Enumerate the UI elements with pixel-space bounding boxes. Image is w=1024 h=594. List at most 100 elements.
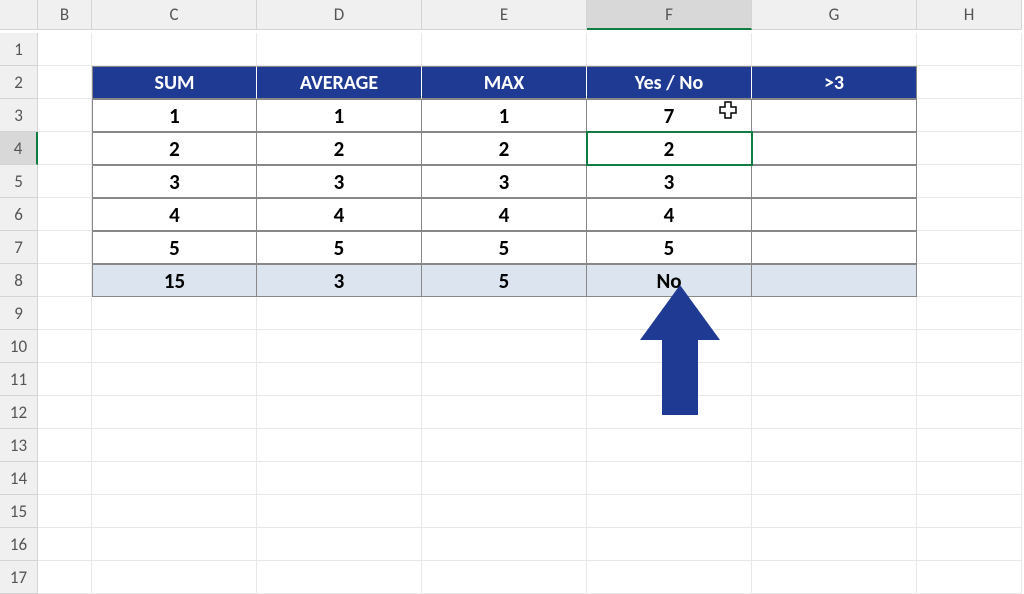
cell-F15[interactable]: [587, 495, 752, 528]
cell-G17[interactable]: [752, 561, 917, 594]
cell-H6[interactable]: [917, 198, 1022, 231]
cell-F17[interactable]: [587, 561, 752, 594]
col-header-H[interactable]: H: [917, 0, 1022, 30]
col-header-D[interactable]: D: [257, 0, 422, 30]
cell-E6[interactable]: 4: [422, 198, 587, 231]
cell-B17[interactable]: [38, 561, 92, 594]
cell-H3[interactable]: [917, 99, 1022, 132]
table-header-average[interactable]: AVERAGE: [257, 66, 422, 99]
cell-D17[interactable]: [257, 561, 422, 594]
cell-H10[interactable]: [917, 330, 1022, 363]
cell-E4[interactable]: 2: [422, 132, 587, 165]
table-header-sum[interactable]: SUM: [92, 66, 257, 99]
cell-D16[interactable]: [257, 528, 422, 561]
cell-H11[interactable]: [917, 363, 1022, 396]
cell-D1[interactable]: [257, 33, 422, 66]
cell-E7[interactable]: 5: [422, 231, 587, 264]
cell-E10[interactable]: [422, 330, 587, 363]
row-header-16[interactable]: 16: [0, 528, 38, 561]
cell-H14[interactable]: [917, 462, 1022, 495]
cell-F1[interactable]: [587, 33, 752, 66]
row-header-5[interactable]: 5: [0, 165, 38, 198]
cell-B5[interactable]: [38, 165, 92, 198]
row-header-1[interactable]: 1: [0, 33, 38, 66]
cell-F16[interactable]: [587, 528, 752, 561]
cell-D5[interactable]: 3: [257, 165, 422, 198]
cell-C8[interactable]: 15: [92, 264, 257, 297]
col-header-G[interactable]: G: [752, 0, 917, 30]
cell-B10[interactable]: [38, 330, 92, 363]
cell-C7[interactable]: 5: [92, 231, 257, 264]
cell-G15[interactable]: [752, 495, 917, 528]
cell-G8[interactable]: [752, 264, 917, 297]
cell-G5[interactable]: [752, 165, 917, 198]
cell-H15[interactable]: [917, 495, 1022, 528]
cell-B4[interactable]: [38, 132, 92, 165]
cell-G7[interactable]: [752, 231, 917, 264]
cell-G3[interactable]: [752, 99, 917, 132]
col-header-C[interactable]: C: [92, 0, 257, 30]
table-header-max[interactable]: MAX: [422, 66, 587, 99]
row-header-9[interactable]: 9: [0, 297, 38, 330]
cell-G12[interactable]: [752, 396, 917, 429]
cell-D8[interactable]: 3: [257, 264, 422, 297]
cell-E9[interactable]: [422, 297, 587, 330]
cell-C15[interactable]: [92, 495, 257, 528]
cell-D9[interactable]: [257, 297, 422, 330]
cell-F7[interactable]: 5: [587, 231, 752, 264]
cell-B14[interactable]: [38, 462, 92, 495]
cell-G10[interactable]: [752, 330, 917, 363]
row-header-14[interactable]: 14: [0, 462, 38, 495]
cell-G11[interactable]: [752, 363, 917, 396]
cell-C10[interactable]: [92, 330, 257, 363]
cell-D11[interactable]: [257, 363, 422, 396]
cell-H17[interactable]: [917, 561, 1022, 594]
row-header-13[interactable]: 13: [0, 429, 38, 462]
cell-B3[interactable]: [38, 99, 92, 132]
cell-C4[interactable]: 2: [92, 132, 257, 165]
cell-E13[interactable]: [422, 429, 587, 462]
cell-D7[interactable]: 5: [257, 231, 422, 264]
col-header-F[interactable]: F: [587, 0, 752, 30]
row-header-12[interactable]: 12: [0, 396, 38, 429]
cell-G6[interactable]: [752, 198, 917, 231]
cell-C1[interactable]: [92, 33, 257, 66]
cell-C11[interactable]: [92, 363, 257, 396]
table-header-gt3[interactable]: >3: [752, 66, 917, 99]
cell-H2[interactable]: [917, 66, 1022, 99]
cell-G16[interactable]: [752, 528, 917, 561]
cell-B11[interactable]: [38, 363, 92, 396]
cell-B2[interactable]: [38, 66, 92, 99]
cell-G14[interactable]: [752, 462, 917, 495]
cell-C17[interactable]: [92, 561, 257, 594]
cell-H4[interactable]: [917, 132, 1022, 165]
cell-E1[interactable]: [422, 33, 587, 66]
cell-H12[interactable]: [917, 396, 1022, 429]
cell-H13[interactable]: [917, 429, 1022, 462]
cell-D14[interactable]: [257, 462, 422, 495]
col-header-E[interactable]: E: [422, 0, 587, 30]
cell-D12[interactable]: [257, 396, 422, 429]
cell-F4-selected[interactable]: 2: [587, 132, 752, 165]
cell-F14[interactable]: [587, 462, 752, 495]
cell-D15[interactable]: [257, 495, 422, 528]
cell-B8[interactable]: [38, 264, 92, 297]
cell-F6[interactable]: 4: [587, 198, 752, 231]
cell-H8[interactable]: [917, 264, 1022, 297]
row-header-10[interactable]: 10: [0, 330, 38, 363]
cell-B6[interactable]: [38, 198, 92, 231]
cell-D6[interactable]: 4: [257, 198, 422, 231]
cell-H7[interactable]: [917, 231, 1022, 264]
cell-F13[interactable]: [587, 429, 752, 462]
cell-E16[interactable]: [422, 528, 587, 561]
cell-E15[interactable]: [422, 495, 587, 528]
cell-D13[interactable]: [257, 429, 422, 462]
cell-B15[interactable]: [38, 495, 92, 528]
cell-D10[interactable]: [257, 330, 422, 363]
select-all-corner[interactable]: [0, 0, 38, 30]
row-header-7[interactable]: 7: [0, 231, 38, 264]
row-header-2[interactable]: 2: [0, 66, 38, 99]
cell-C9[interactable]: [92, 297, 257, 330]
cell-G4[interactable]: [752, 132, 917, 165]
cell-F5[interactable]: 3: [587, 165, 752, 198]
